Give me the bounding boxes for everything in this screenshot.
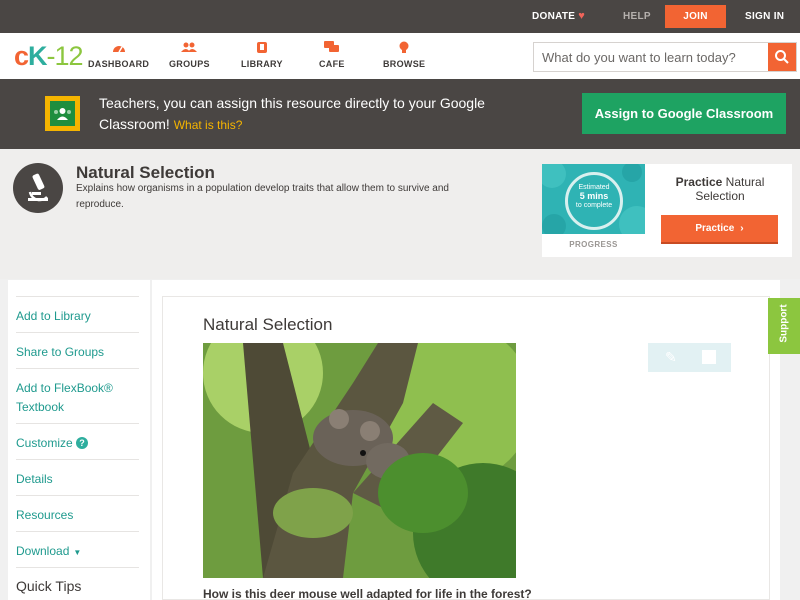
article-title: Natural Selection bbox=[203, 315, 333, 334]
search-icon bbox=[775, 50, 789, 64]
search-box bbox=[533, 42, 797, 72]
dashboard-icon bbox=[88, 41, 149, 56]
nav-dashboard-label: DASHBOARD bbox=[88, 59, 150, 69]
practice-button[interactable]: Practice › bbox=[661, 215, 778, 244]
notes-icon[interactable] bbox=[702, 350, 716, 364]
nav-browse-label: BROWSE bbox=[383, 59, 426, 69]
donate-label: DONATE bbox=[532, 11, 576, 22]
download-label: Download bbox=[16, 544, 70, 558]
sidebar: Add to Library Share to Groups Add to Fl… bbox=[8, 280, 150, 600]
nav-library-label: LIBRARY bbox=[241, 59, 283, 69]
sign-in-link[interactable]: SIGN IN bbox=[745, 0, 784, 33]
main-navigation: cK-12 DASHBOARD GROUPS LIBRARY CAFE BROW… bbox=[0, 33, 800, 79]
google-classroom-icon bbox=[45, 96, 80, 131]
what-is-this-link[interactable]: What is this? bbox=[174, 118, 243, 132]
concept-header: Natural Selection Explains how organisms… bbox=[0, 149, 800, 279]
browse-icon bbox=[383, 41, 425, 56]
support-label: Support bbox=[778, 304, 790, 343]
concept-description: Explains how organisms in a population d… bbox=[76, 183, 449, 210]
join-button[interactable]: JOIN bbox=[665, 5, 726, 28]
assign-google-classroom-button[interactable]: Assign to Google Classroom bbox=[582, 93, 786, 134]
teacher-message-text: Teachers, you can assign this resource d… bbox=[99, 95, 485, 132]
practice-card: Estimated 5 mins to complete PROGRESS Pr… bbox=[542, 164, 792, 257]
practice-title: Practice Natural Selection bbox=[660, 175, 780, 203]
google-classroom-banner: Teachers, you can assign this resource d… bbox=[0, 79, 800, 149]
practice-thumbnail: Estimated 5 mins to complete bbox=[542, 164, 645, 234]
nav-groups-label: GROUPS bbox=[169, 59, 210, 69]
main-content: Natural Selection ✎ How is this deer mou… bbox=[152, 280, 780, 600]
caret-down-icon: ▼ bbox=[73, 548, 82, 557]
pencil-icon[interactable]: ✎ bbox=[665, 349, 677, 366]
nav-groups[interactable]: GROUPS bbox=[169, 41, 210, 69]
logo-k: K bbox=[28, 41, 47, 71]
heart-icon: ♥ bbox=[578, 10, 586, 22]
nav-cafe[interactable]: CAFE bbox=[319, 41, 345, 69]
top-utility-bar: DONATE ♥ HELP JOIN SIGN IN bbox=[0, 0, 800, 33]
microscope-icon bbox=[13, 163, 63, 213]
nav-dashboard[interactable]: DASHBOARD bbox=[88, 41, 149, 69]
photo-caption: How is this deer mouse well adapted for … bbox=[203, 587, 532, 600]
download-link[interactable]: Download ▼ bbox=[16, 531, 139, 562]
nav-browse[interactable]: BROWSE bbox=[383, 41, 425, 69]
estimate-text: Estimated 5 mins to complete bbox=[568, 184, 620, 210]
groups-icon bbox=[169, 41, 210, 56]
nav-cafe-label: CAFE bbox=[319, 59, 345, 69]
search-input[interactable] bbox=[534, 43, 769, 71]
resources-link[interactable]: Resources bbox=[16, 495, 139, 525]
estimate-line-3: to complete bbox=[575, 202, 613, 209]
cafe-icon bbox=[319, 41, 345, 56]
add-to-flexbook-link[interactable]: Add to FlexBook® Textbook bbox=[16, 368, 139, 417]
donate-link[interactable]: DONATE ♥ bbox=[532, 0, 585, 33]
logo-12: -12 bbox=[46, 41, 84, 71]
practice-button-label: Practice bbox=[695, 223, 735, 234]
customize-label: Customize bbox=[16, 436, 73, 450]
article-tools: ✎ bbox=[648, 343, 731, 372]
progress-label: PROGRESS bbox=[569, 240, 618, 249]
article-card: Natural Selection ✎ How is this deer mou… bbox=[162, 296, 770, 600]
library-icon bbox=[241, 41, 283, 56]
concept-title: Natural Selection bbox=[76, 163, 215, 182]
estimate-line-2: 5 mins bbox=[579, 191, 609, 201]
practice-title-bold: Practice bbox=[675, 175, 723, 189]
share-to-groups-link[interactable]: Share to Groups bbox=[16, 332, 139, 362]
quick-tips-heading[interactable]: Quick Tips bbox=[16, 567, 139, 594]
support-tab[interactable]: Support bbox=[768, 298, 800, 354]
customize-link[interactable]: Customize ? bbox=[16, 423, 139, 453]
search-button[interactable] bbox=[768, 43, 796, 71]
ck12-logo[interactable]: cK-12 bbox=[14, 41, 84, 71]
help-link[interactable]: HELP bbox=[623, 0, 651, 33]
nav-library[interactable]: LIBRARY bbox=[241, 41, 283, 69]
teacher-message: Teachers, you can assign this resource d… bbox=[99, 93, 539, 136]
deer-mouse-photo bbox=[203, 343, 516, 578]
logo-c: c bbox=[14, 41, 29, 71]
help-icon[interactable]: ? bbox=[76, 437, 89, 449]
chevron-right-icon: › bbox=[740, 223, 744, 234]
details-link[interactable]: Details bbox=[16, 459, 139, 489]
add-to-library-link[interactable]: Add to Library bbox=[16, 296, 139, 326]
